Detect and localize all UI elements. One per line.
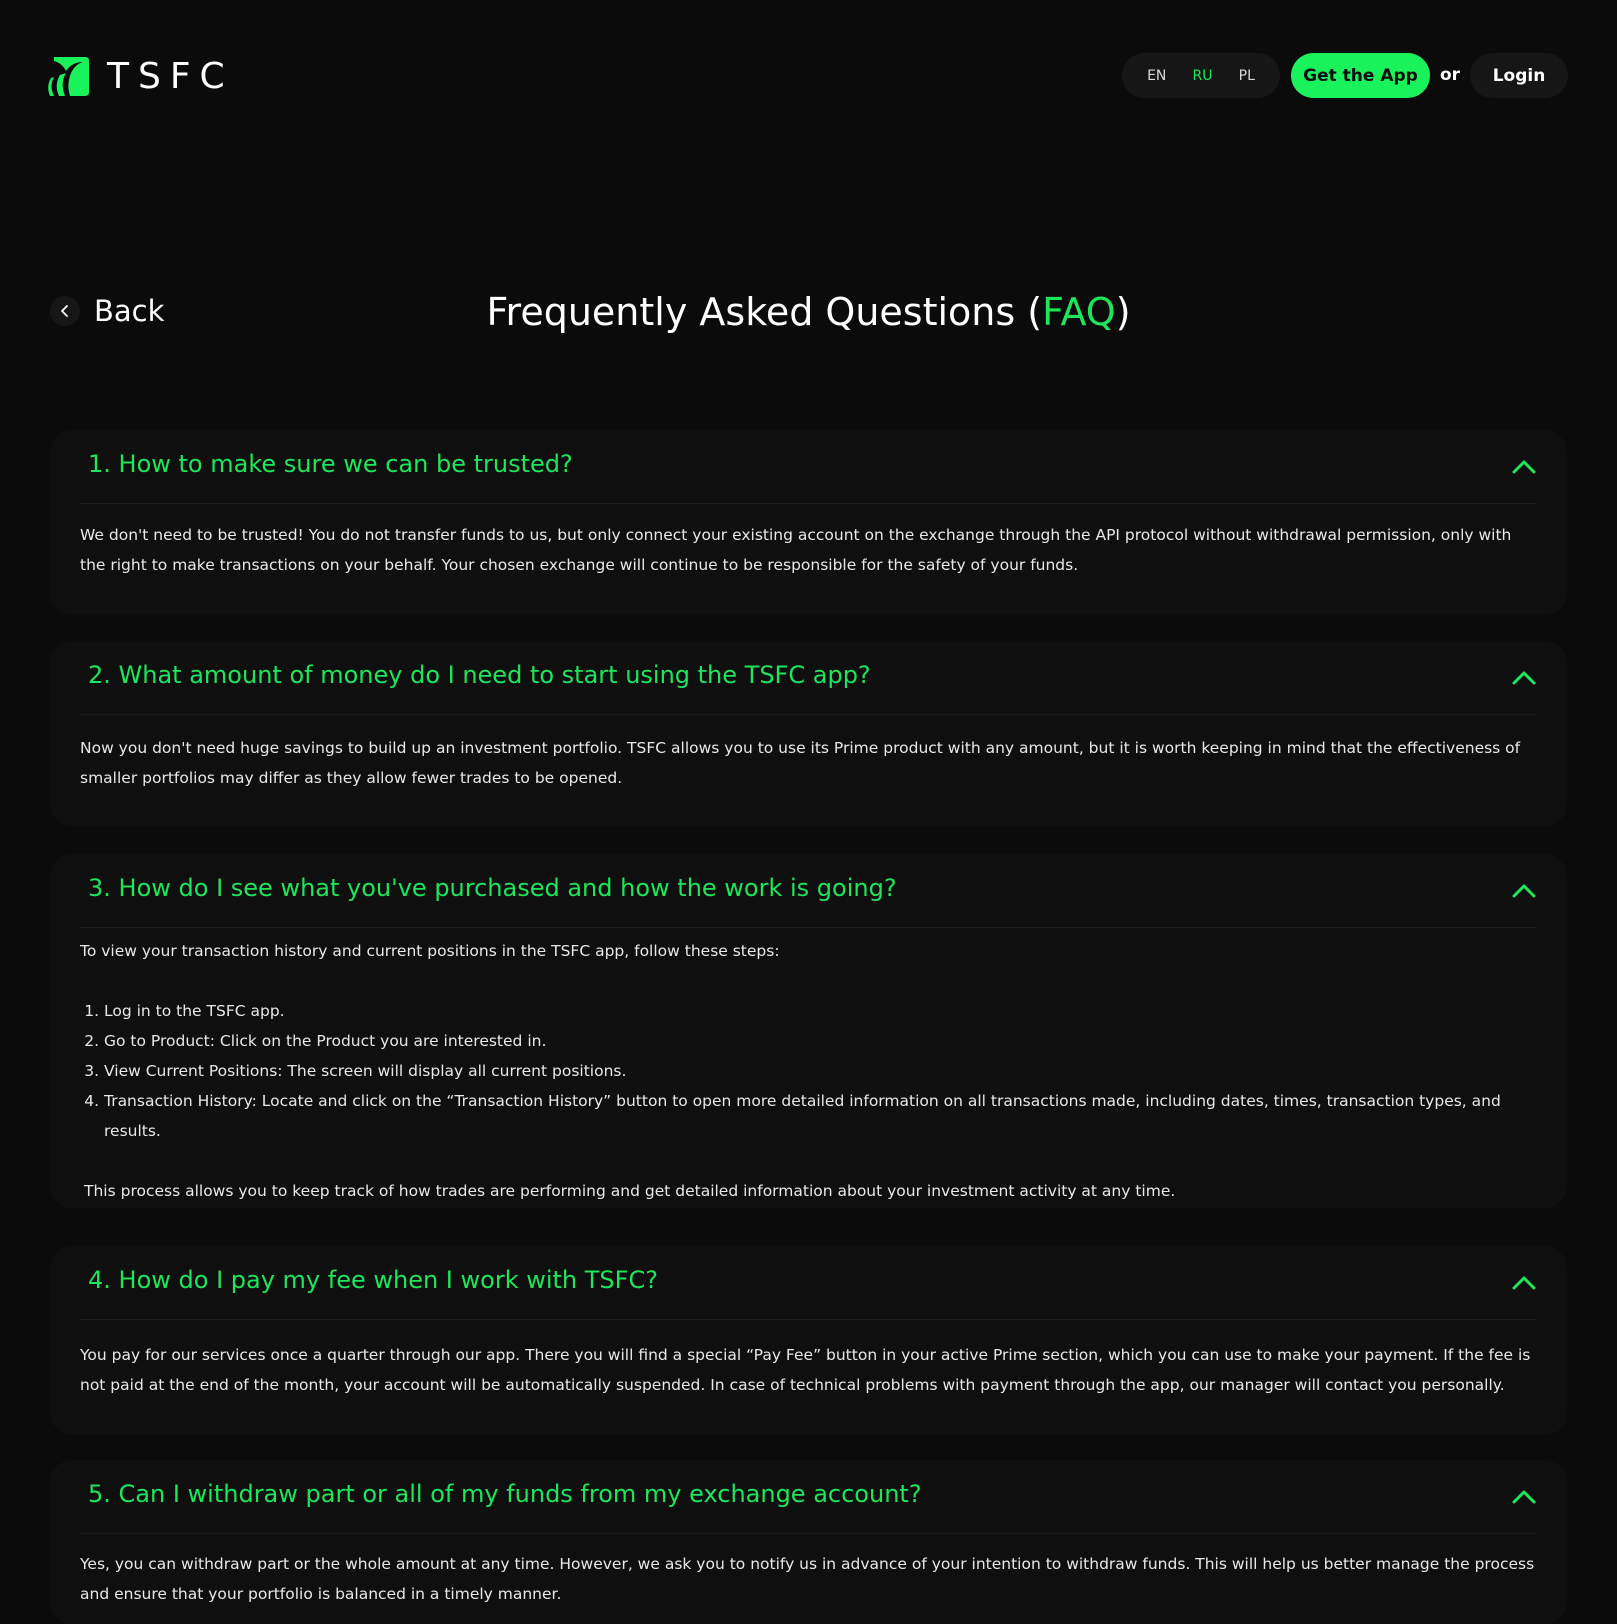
faq-step: Go to Product: Click on the Product you … xyxy=(104,1026,1537,1056)
faq-answer-text: Yes, you can withdraw part or the whole … xyxy=(80,1555,1535,1603)
chevron-up-icon[interactable] xyxy=(1511,665,1537,691)
login-button[interactable]: Login xyxy=(1470,53,1568,98)
faq-step: View Current Positions: The screen will … xyxy=(104,1056,1537,1086)
or-label: or xyxy=(1440,65,1461,85)
chevron-up-icon[interactable] xyxy=(1511,878,1537,904)
faq-answer-text: We don't need to be trusted! You do not … xyxy=(80,526,1512,574)
faq-item: 1. How to make sure we can be trusted? W… xyxy=(50,430,1567,615)
faq-answer: Yes, you can withdraw part or the whole … xyxy=(80,1549,1537,1609)
faq-item: 4. How do I pay my fee when I work with … xyxy=(50,1246,1567,1435)
site-header: TSFC EN RU PL Get the App or Login xyxy=(0,0,1617,150)
logo[interactable]: TSFC xyxy=(46,53,234,100)
faq-question-row[interactable]: 2. What amount of money do I need to sta… xyxy=(80,641,1537,715)
tsfc-logo-icon xyxy=(48,57,89,96)
faq-answer: We don't need to be trusted! You do not … xyxy=(80,520,1537,580)
faq-question-row[interactable]: 5. Can I withdraw part or all of my fund… xyxy=(80,1460,1537,1534)
title-accent: FAQ xyxy=(1042,290,1116,334)
faq-answer-text: Now you don't need huge savings to build… xyxy=(80,739,1521,787)
title-prefix: Frequently Asked Questions ( xyxy=(486,290,1043,334)
chevron-up-icon[interactable] xyxy=(1511,1270,1537,1296)
chevron-up-icon[interactable] xyxy=(1511,454,1537,480)
faq-item: 3. How do I see what you've purchased an… xyxy=(50,854,1567,1208)
logo-text: TSFC xyxy=(107,56,234,97)
faq-item: 5. Can I withdraw part or all of my fund… xyxy=(50,1460,1567,1624)
lang-pl[interactable]: PL xyxy=(1239,68,1255,84)
faq-item: 2. What amount of money do I need to sta… xyxy=(50,641,1567,826)
title-suffix: ) xyxy=(1115,290,1131,334)
lang-ru[interactable]: RU xyxy=(1193,68,1213,84)
faq-question: 5. Can I withdraw part or all of my fund… xyxy=(88,1480,922,1508)
faq-question-row[interactable]: 3. How do I see what you've purchased an… xyxy=(80,854,1537,928)
faq-steps-list: Log in to the TSFC app. Go to Product: C… xyxy=(80,996,1537,1146)
language-switcher: EN RU PL xyxy=(1122,53,1280,98)
faq-page: TSFC EN RU PL Get the App or Login Back … xyxy=(0,0,1617,1624)
faq-step: Log in to the TSFC app. xyxy=(104,996,1537,1026)
page-title: Frequently Asked Questions (FAQ) xyxy=(0,290,1617,334)
faq-answer-intro: To view your transaction history and cur… xyxy=(80,942,780,960)
faq-question: 4. How do I pay my fee when I work with … xyxy=(88,1266,658,1294)
faq-question: 1. How to make sure we can be trusted? xyxy=(88,450,573,478)
faq-question-row[interactable]: 1. How to make sure we can be trusted? xyxy=(80,430,1537,504)
faq-answer: You pay for our services once a quarter … xyxy=(80,1340,1537,1400)
chevron-up-icon[interactable] xyxy=(1511,1484,1537,1510)
faq-question: 3. How do I see what you've purchased an… xyxy=(88,874,897,902)
lang-en[interactable]: EN xyxy=(1147,68,1166,84)
faq-question-row[interactable]: 4. How do I pay my fee when I work with … xyxy=(80,1246,1537,1320)
faq-question: 2. What amount of money do I need to sta… xyxy=(88,661,871,689)
faq-answer-text: You pay for our services once a quarter … xyxy=(80,1346,1531,1394)
faq-answer: Now you don't need huge savings to build… xyxy=(80,733,1537,793)
get-the-app-button[interactable]: Get the App xyxy=(1291,53,1430,98)
faq-answer: To view your transaction history and cur… xyxy=(80,936,1537,1206)
faq-answer-outro: This process allows you to keep track of… xyxy=(84,1182,1176,1200)
faq-step: Transaction History: Locate and click on… xyxy=(104,1086,1537,1146)
